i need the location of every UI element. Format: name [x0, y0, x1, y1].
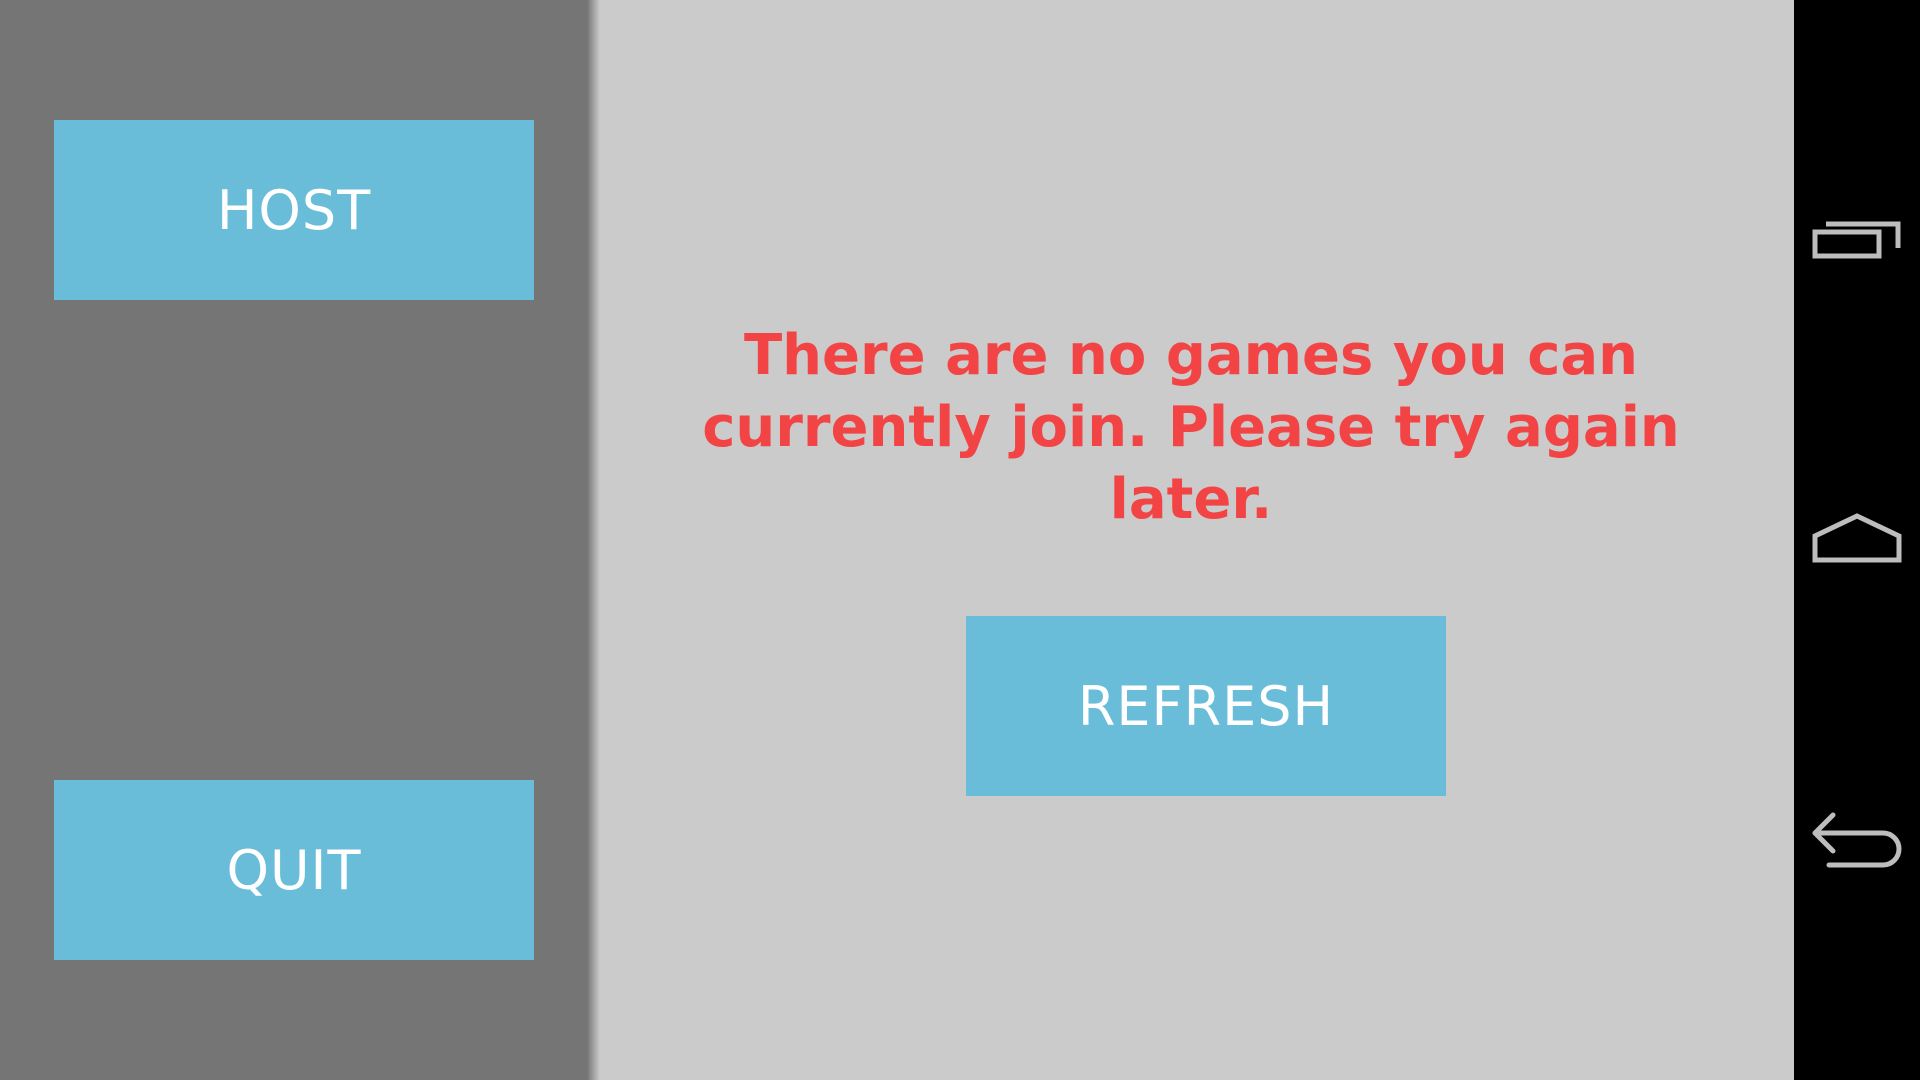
sidebar-shadow: [588, 0, 600, 1080]
quit-button-label: QUIT: [226, 838, 362, 902]
host-button[interactable]: HOST: [54, 120, 534, 300]
refresh-button[interactable]: REFRESH: [966, 616, 1446, 796]
app-screen: HOST QUIT There are no games you can cur…: [0, 0, 1920, 1080]
quit-button[interactable]: QUIT: [54, 780, 534, 960]
main-panel: There are no games you can currently joi…: [588, 0, 1794, 1080]
home-button[interactable]: [1794, 476, 1920, 596]
system-navigation-bar: [1794, 0, 1920, 1080]
sidebar: HOST QUIT: [0, 0, 588, 1080]
refresh-button-label: REFRESH: [1077, 674, 1335, 738]
no-games-message: There are no games you can currently joi…: [702, 323, 1680, 532]
host-button-label: HOST: [216, 178, 372, 242]
recent-apps-icon: [1812, 221, 1901, 259]
back-button[interactable]: [1794, 778, 1920, 898]
back-icon: [1812, 812, 1902, 868]
recent-apps-button[interactable]: [1794, 180, 1920, 300]
home-icon: [1812, 513, 1902, 563]
